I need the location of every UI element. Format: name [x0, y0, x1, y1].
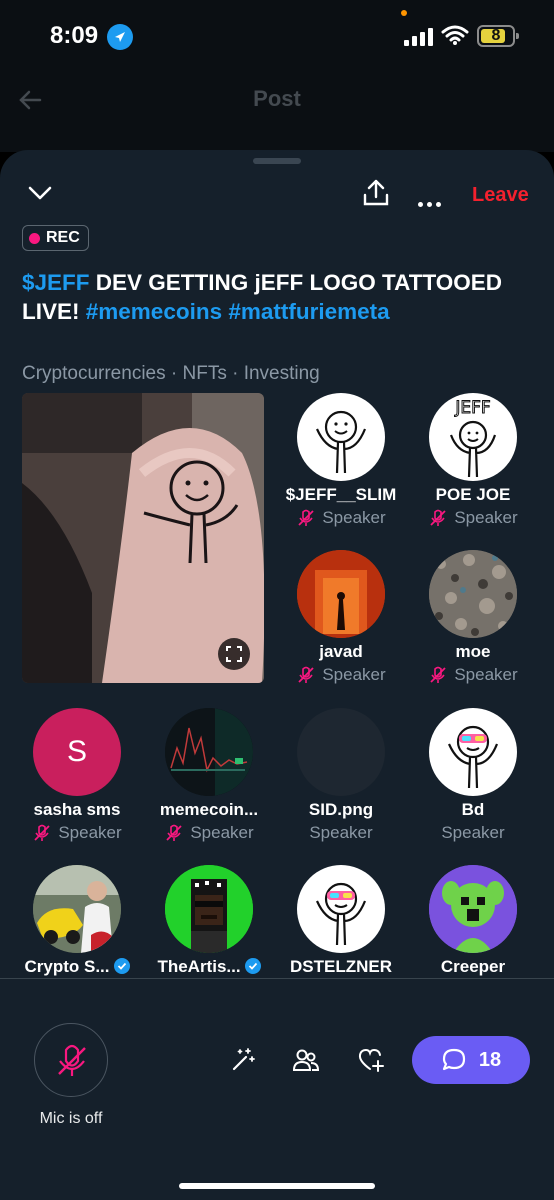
- chat-count: 18: [478, 1048, 502, 1071]
- effects-wand-icon[interactable]: [230, 1047, 256, 1078]
- participant-name: moe: [455, 642, 491, 661]
- live-video[interactable]: [22, 393, 264, 683]
- post-header: Post: [0, 72, 554, 152]
- participant-name: SID.png: [308, 800, 374, 819]
- svg-text:JEFF: JEFF: [454, 398, 490, 418]
- participant-role: Speaker: [11, 823, 143, 843]
- more-options-icon[interactable]: [418, 194, 445, 212]
- participant-name: POE JOE: [435, 485, 511, 504]
- space-topics: Cryptocurrencies · NFTs · Investing: [22, 363, 320, 384]
- location-icon: [107, 24, 133, 50]
- sheet-grabber[interactable]: [253, 158, 301, 164]
- mic-muted-icon: [298, 666, 314, 683]
- participant-role: Speaker: [275, 665, 407, 685]
- participant-name: DSTELZNER: [290, 957, 392, 976]
- space-sheet: Leave REC $JEFF DEV GETTING jEFF LOGO TA…: [0, 150, 554, 1200]
- participant-name: TheArtis...: [143, 957, 275, 977]
- title-hashtag-mattfuriemeta[interactable]: #mattfuriemeta: [228, 299, 389, 324]
- avatar[interactable]: [165, 865, 253, 953]
- chat-button[interactable]: 18: [412, 1036, 530, 1084]
- mic-status-label: Mic is off: [39, 1110, 103, 1127]
- signal-icon: [404, 28, 434, 46]
- divider: [0, 978, 554, 979]
- rec-label: REC: [46, 229, 80, 246]
- status-time: 8:09: [50, 22, 99, 49]
- battery-level: 8: [491, 27, 501, 44]
- heart-plus-icon[interactable]: [357, 1047, 385, 1078]
- space-title: $JEFF DEV GETTING jEFF LOGO TATTOOED LIV…: [22, 268, 532, 326]
- avatar[interactable]: JEFF: [429, 393, 517, 481]
- participant-name: memecoin...: [159, 800, 259, 819]
- avatar[interactable]: [297, 393, 385, 481]
- privacy-indicator-dot: [401, 10, 407, 16]
- verified-badge-icon: [113, 958, 130, 974]
- battery-icon: 8: [477, 25, 519, 47]
- participant-name: sasha sms: [33, 800, 121, 819]
- home-indicator[interactable]: [179, 1183, 375, 1189]
- participant-role: Speaker: [441, 823, 505, 842]
- avatar[interactable]: [429, 865, 517, 953]
- avatar[interactable]: [165, 708, 253, 796]
- avatar[interactable]: S: [33, 708, 121, 796]
- chevron-down-icon[interactable]: [26, 182, 54, 209]
- mic-muted-icon: [34, 824, 50, 841]
- title-hashtag-memecoins[interactable]: #memecoins: [86, 299, 222, 324]
- avatar-initial: S: [66, 735, 87, 768]
- mic-muted-icon: [430, 509, 446, 526]
- leave-button[interactable]: Leave: [472, 184, 529, 207]
- participant-name: Crypto S...: [11, 957, 143, 977]
- participant-role: Speaker: [143, 823, 275, 843]
- avatar[interactable]: [429, 708, 517, 796]
- verified-badge-icon: [244, 958, 261, 974]
- recording-dot-icon: [29, 232, 40, 244]
- avatar[interactable]: [297, 550, 385, 638]
- participant-role: Speaker: [309, 823, 373, 842]
- participant-role: Speaker: [407, 665, 539, 685]
- expand-video-button[interactable]: [218, 638, 250, 670]
- wifi-icon: [441, 24, 469, 51]
- participant-role: Speaker: [275, 508, 407, 528]
- share-icon[interactable]: [362, 178, 390, 213]
- status-bar: 8:09 8: [0, 0, 554, 72]
- participant-role: Speaker: [407, 508, 539, 528]
- mic-muted-icon: [430, 666, 446, 683]
- people-icon[interactable]: [292, 1047, 320, 1078]
- avatar[interactable]: [297, 708, 385, 796]
- avatar[interactable]: [33, 865, 121, 953]
- participant-name: Bd: [461, 800, 485, 819]
- mic-muted-icon: [298, 509, 314, 526]
- participant-name: $JEFF__SLIM: [285, 485, 397, 504]
- page-title: Post: [253, 86, 301, 111]
- mic-toggle-button[interactable]: [34, 1023, 108, 1097]
- avatar[interactable]: [429, 550, 517, 638]
- participant-name: javad: [319, 642, 363, 661]
- title-cashtag[interactable]: $JEFF: [22, 270, 90, 295]
- expand-icon: [226, 646, 242, 662]
- chat-bubble-icon: [442, 1048, 465, 1071]
- rec-badge: REC: [22, 225, 89, 251]
- sheet-toolbar: Leave: [0, 178, 554, 214]
- mic-muted-icon: [166, 824, 182, 841]
- participant-name: Creeper: [440, 957, 506, 976]
- mic-off-icon: [58, 1044, 86, 1076]
- avatar[interactable]: [297, 865, 385, 953]
